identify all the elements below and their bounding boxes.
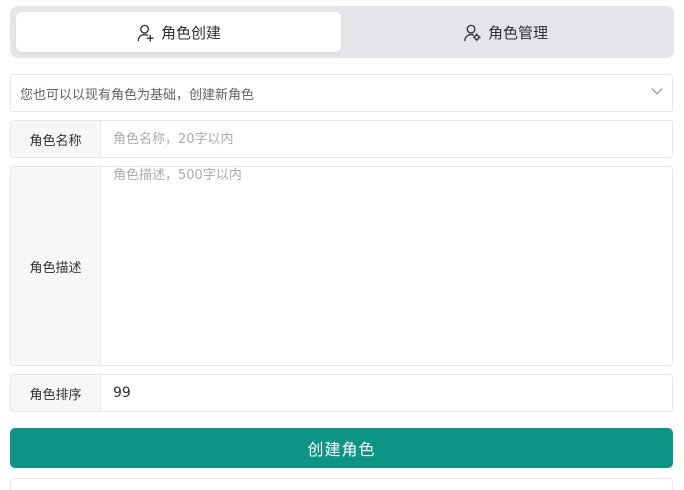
tab-role-create[interactable]: 角色创建 (16, 12, 341, 52)
create-role-button[interactable]: 创建角色 (10, 428, 673, 468)
role-name-label: 角色名称 (11, 121, 101, 157)
base-role-select-placeholder: 您也可以以现有角色为基础，创建新角色 (20, 87, 255, 103)
tab-role-manage[interactable]: 角色管理 (343, 12, 668, 52)
role-description-label: 角色描述 (11, 167, 101, 365)
role-name-input[interactable] (101, 121, 672, 157)
role-sort-input[interactable] (101, 375, 672, 411)
role-tabs: 角色创建 角色管理 (10, 6, 674, 58)
role-description-textarea[interactable] (101, 167, 672, 365)
role-sort-row: 角色排序 (10, 374, 673, 412)
tab-role-create-label: 角色创建 (160, 23, 221, 42)
chevron-down-icon (650, 84, 664, 102)
user-add-icon (136, 23, 155, 42)
base-role-select[interactable]: 您也可以以现有角色为基础，创建新角色 (10, 74, 673, 112)
role-description-row: 角色描述 (10, 166, 673, 366)
role-panel: 角色创建 角色管理 您也可以以现有角色为基础，创建新角色 角色名称 角色名称，2… (0, 0, 684, 490)
role-name-row: 角色名称 (10, 120, 673, 158)
tab-role-manage-label: 角色管理 (487, 23, 548, 42)
role-sort-label: 角色排序 (11, 375, 101, 411)
next-section-edge (10, 478, 673, 490)
user-settings-icon (463, 23, 482, 42)
